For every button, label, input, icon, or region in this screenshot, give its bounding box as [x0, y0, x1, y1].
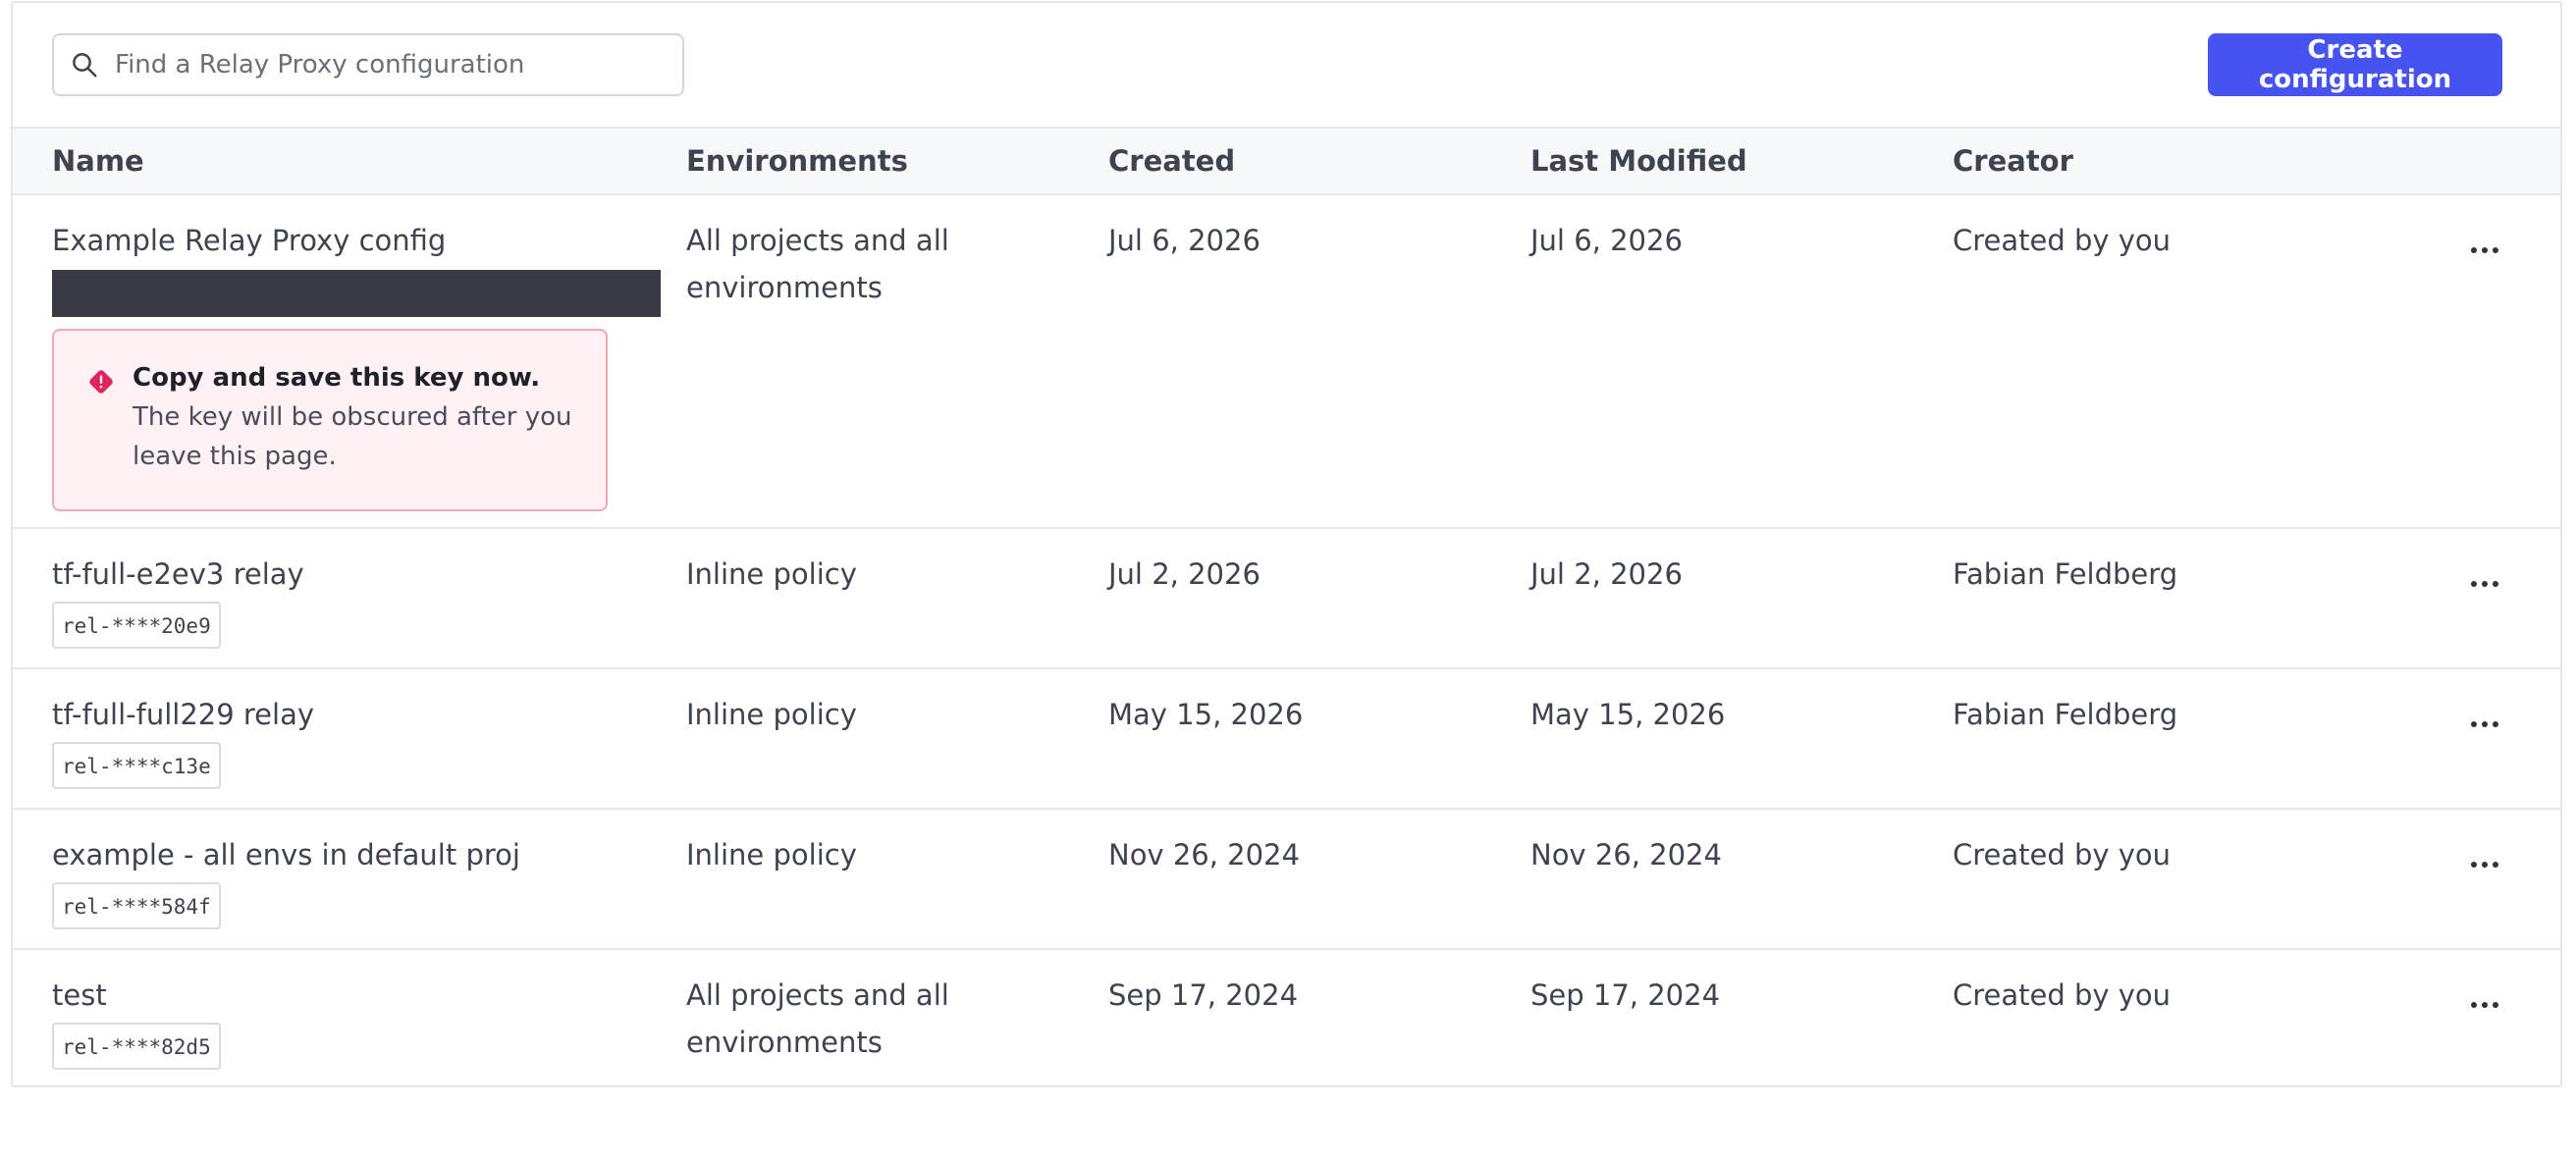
table-row: tf-full-e2ev3 relay rel-****20e9 Inline …	[13, 529, 2560, 669]
key-chip[interactable]: rel-****20e9	[52, 602, 221, 649]
name-cell: Example Relay Proxy config Copy and save…	[52, 217, 680, 511]
table-row: Example Relay Proxy config Copy and save…	[13, 195, 2560, 529]
environments-cell: Inline policy	[686, 838, 857, 872]
config-name[interactable]: test	[52, 972, 680, 1019]
alert-body: The key will be obscured after you leave…	[133, 402, 572, 471]
config-name[interactable]: tf-full-full229 relay	[52, 691, 680, 738]
last-modified-cell: Jul 2, 2026	[1530, 557, 1683, 591]
table-row: test rel-****82d5 All projects and all e…	[13, 950, 2560, 1087]
creator-cell: Created by you	[1953, 224, 2172, 257]
creator-cell: Fabian Feldberg	[1953, 698, 2178, 731]
row-actions-menu-icon[interactable]	[2467, 238, 2502, 262]
key-chip[interactable]: rel-****584f	[52, 882, 221, 929]
config-name[interactable]: example - all envs in default proj	[52, 831, 680, 878]
creator-cell: Created by you	[1953, 978, 2172, 1012]
last-modified-cell: Nov 26, 2024	[1530, 838, 1722, 872]
created-cell: May 15, 2026	[1108, 698, 1304, 731]
column-header-name[interactable]: Name	[52, 129, 144, 193]
column-header-last-modified[interactable]: Last Modified	[1530, 129, 1747, 193]
name-cell: test rel-****82d5	[52, 972, 680, 1070]
table-header: Name Environments Created Last Modified …	[13, 127, 2560, 195]
environments-cell: All projects and all environments	[686, 224, 949, 304]
column-header-creator[interactable]: Creator	[1953, 129, 2073, 193]
last-modified-cell: Sep 17, 2024	[1530, 978, 1721, 1012]
config-name[interactable]: tf-full-e2ev3 relay	[52, 551, 680, 598]
environments-cell: Inline policy	[686, 698, 857, 731]
environments-cell: Inline policy	[686, 557, 857, 591]
name-cell: example - all envs in default proj rel-*…	[52, 831, 680, 929]
search-box[interactable]	[52, 33, 684, 96]
last-modified-cell: Jul 6, 2026	[1530, 224, 1683, 257]
row-actions-menu-icon[interactable]	[2467, 713, 2502, 736]
create-configuration-button[interactable]: Create configuration	[2208, 33, 2502, 96]
search-input[interactable]	[113, 49, 647, 80]
toolbar: Create configuration	[13, 3, 2560, 127]
row-actions-menu-icon[interactable]	[2467, 993, 2502, 1017]
name-cell: tf-full-e2ev3 relay rel-****20e9	[52, 551, 680, 649]
creator-cell: Created by you	[1953, 838, 2172, 872]
created-cell: Jul 6, 2026	[1108, 224, 1261, 257]
name-cell: tf-full-full229 relay rel-****c13e	[52, 691, 680, 789]
column-header-created[interactable]: Created	[1108, 129, 1235, 193]
search-icon	[73, 53, 97, 78]
created-cell: Nov 26, 2024	[1108, 838, 1300, 872]
alert-title: Copy and save this key now.	[133, 363, 541, 393]
relay-proxy-panel: Create configuration Name Environments C…	[11, 1, 2562, 1087]
column-header-environments[interactable]: Environments	[686, 129, 908, 193]
config-name[interactable]: Example Relay Proxy config	[52, 217, 680, 264]
environments-cell: All projects and all environments	[686, 978, 949, 1059]
last-modified-cell: May 15, 2026	[1530, 698, 1726, 731]
created-cell: Sep 17, 2024	[1108, 978, 1299, 1012]
row-actions-menu-icon[interactable]	[2467, 853, 2502, 876]
revealed-key-bar[interactable]	[52, 270, 661, 317]
table-row: example - all envs in default proj rel-*…	[13, 810, 2560, 950]
creator-cell: Fabian Feldberg	[1953, 557, 2178, 591]
warning-diamond-icon	[89, 370, 113, 394]
copy-key-alert: Copy and save this key now. The key will…	[52, 329, 608, 511]
table-row: tf-full-full229 relay rel-****c13e Inlin…	[13, 669, 2560, 810]
key-chip[interactable]: rel-****c13e	[52, 742, 221, 789]
key-chip[interactable]: rel-****82d5	[52, 1023, 221, 1070]
created-cell: Jul 2, 2026	[1108, 557, 1261, 591]
row-actions-menu-icon[interactable]	[2467, 572, 2502, 596]
